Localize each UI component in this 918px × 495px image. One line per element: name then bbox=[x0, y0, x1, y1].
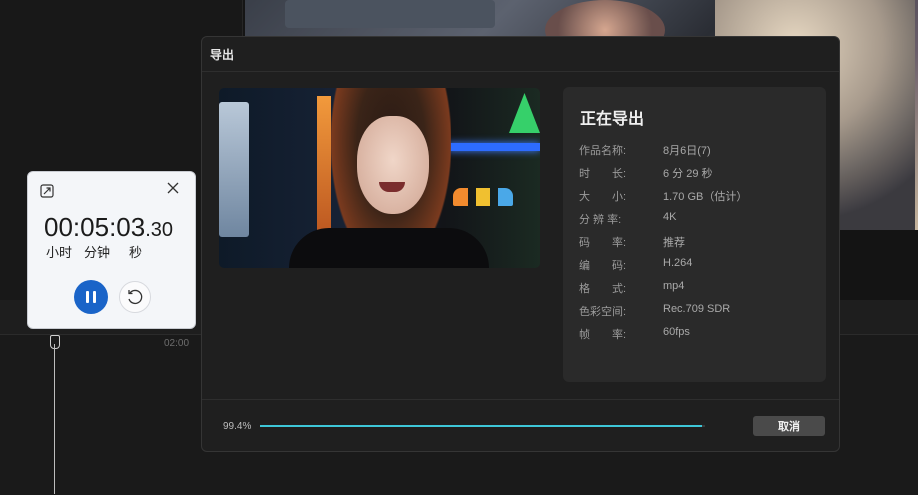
info-row: 作品名称: 8月6日(7) bbox=[579, 142, 819, 157]
close-icon[interactable] bbox=[166, 181, 180, 195]
info-row: 色彩空间: Rec.709 SDR bbox=[579, 303, 819, 318]
unit-seconds: 秒 bbox=[129, 245, 143, 260]
info-label: 格 式: bbox=[579, 283, 627, 295]
info-value: H.264 bbox=[663, 257, 693, 269]
info-row: 格 式: mp4 bbox=[579, 280, 819, 295]
info-label: 码 率: bbox=[579, 237, 627, 249]
info-value: 1.70 GB（估计） bbox=[663, 191, 748, 203]
export-dialog: 导出 正在导出 作品名称: 8月6日(7) 时 长: 6 分 29 秒大 小: 1.70… bbox=[201, 36, 840, 452]
stopwatch-widget: 00:05:03.30 小时 分钟 秒 bbox=[27, 171, 196, 329]
pause-button[interactable] bbox=[74, 280, 108, 314]
export-status-heading: 正在导出 bbox=[580, 111, 645, 128]
info-value: Rec.709 SDR bbox=[663, 303, 731, 315]
cancel-button[interactable]: 取消 bbox=[753, 416, 825, 436]
info-row: 分 辨 率: 4K bbox=[579, 211, 819, 226]
progress-bar-fill bbox=[260, 425, 703, 427]
info-row: 码 率: 推荐 bbox=[579, 234, 819, 249]
timeline-tick-label: 02:00 bbox=[164, 338, 190, 349]
info-label: 色彩空间: bbox=[579, 306, 627, 318]
info-value: 4K bbox=[663, 211, 677, 223]
info-value: 60fps bbox=[663, 326, 690, 338]
info-label: 大 小: bbox=[579, 191, 627, 203]
stopwatch-time-main: 00:05:03 bbox=[44, 212, 146, 242]
dialog-title: 导出 bbox=[210, 48, 235, 62]
pause-icon bbox=[86, 291, 89, 303]
info-row: 编 码: H.264 bbox=[579, 257, 819, 272]
info-label: 时 长: bbox=[579, 168, 627, 180]
stopwatch-time: 00:05:03.30 bbox=[44, 212, 173, 243]
info-label: 编 码: bbox=[579, 260, 627, 272]
unit-hours: 小时 bbox=[46, 245, 73, 260]
stopwatch-time-fraction: .30 bbox=[145, 219, 174, 241]
info-value: 6 分 29 秒 bbox=[663, 168, 713, 180]
reset-icon bbox=[128, 289, 143, 305]
pause-icon-bar bbox=[93, 291, 96, 303]
info-label: 分 辨 率: bbox=[579, 214, 622, 226]
info-value: 推荐 bbox=[663, 237, 685, 249]
info-row: 时 长: 6 分 29 秒 bbox=[579, 165, 819, 180]
playhead-line bbox=[54, 344, 55, 494]
info-value: mp4 bbox=[663, 280, 685, 292]
playhead-handle[interactable] bbox=[50, 335, 60, 349]
info-label: 帧 率: bbox=[579, 329, 627, 341]
info-row: 大 小: 1.70 GB（估计） bbox=[579, 188, 819, 203]
info-label: 作品名称: bbox=[579, 145, 627, 157]
video-thumbnail bbox=[219, 88, 540, 268]
reset-button[interactable] bbox=[119, 281, 151, 313]
info-row: 帧 率: 60fps bbox=[579, 326, 819, 341]
divider bbox=[202, 399, 839, 400]
expand-icon[interactable] bbox=[40, 184, 54, 198]
info-value: 8月6日(7) bbox=[663, 145, 711, 157]
progress-bar bbox=[260, 425, 705, 427]
unit-minutes: 分钟 bbox=[84, 245, 111, 260]
progress-percent: 99.4% bbox=[223, 421, 252, 432]
export-info-panel: 正在导出 作品名称: 8月6日(7) 时 长: 6 分 29 秒大 小: 1.70 GB… bbox=[563, 87, 826, 382]
divider bbox=[202, 71, 839, 72]
